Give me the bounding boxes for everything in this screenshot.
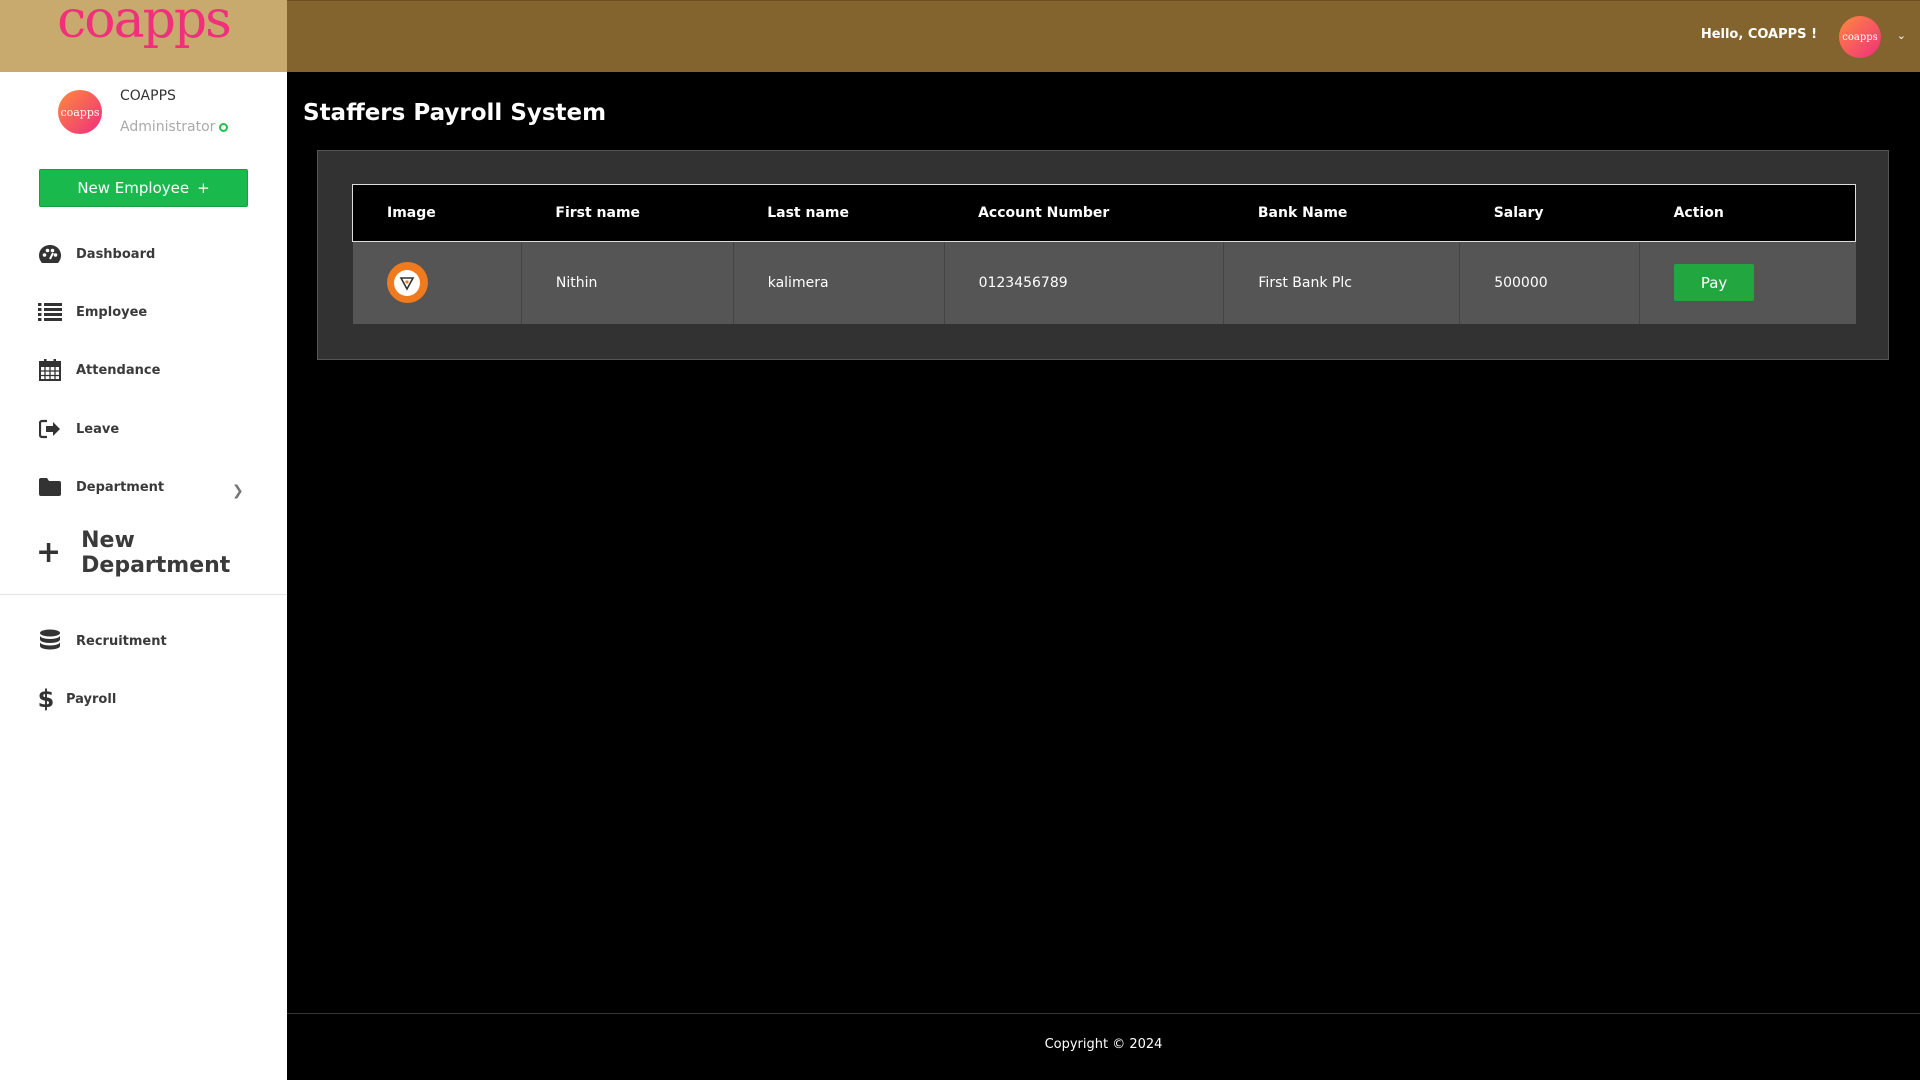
cell-first-name: Nithin: [521, 241, 734, 324]
table-header-row: Image First name Last name Account Numbe…: [352, 184, 1856, 242]
top-bar: Hello, COAPPS ! coapps ⌄: [287, 0, 1920, 72]
sidebar: coapps coapps COAPPS Administrator New E…: [0, 0, 287, 1080]
user-avatar: coapps: [58, 90, 102, 134]
new-employee-label: New Employee: [77, 179, 190, 197]
column-header-bank-name: Bank Name: [1223, 184, 1460, 242]
sidebar-divider: [0, 594, 287, 595]
sidebar-item-label: Department: [76, 479, 165, 495]
dollar-icon: $: [37, 685, 55, 713]
footer-copyright: Copyright © 2024: [1044, 1037, 1163, 1052]
footer-divider: [287, 1013, 1920, 1014]
cell-account-number: 0123456789: [944, 241, 1225, 324]
pay-button[interactable]: Pay: [1674, 264, 1755, 302]
user-panel: coapps COAPPS Administrator: [0, 72, 287, 162]
column-header-last-name: Last name: [733, 184, 945, 242]
sidebar-item-label: Recruitment: [76, 633, 167, 649]
calendar-icon: [38, 359, 62, 381]
new-department-link[interactable]: + New Department: [36, 528, 287, 578]
sidebar-item-dashboard[interactable]: Dashboard: [38, 243, 155, 265]
employee-avatar: [386, 262, 428, 304]
sidebar-item-label: Employee: [76, 304, 148, 320]
column-header-account-number: Account Number: [944, 184, 1224, 242]
brand-logo[interactable]: coapps: [0, 0, 287, 72]
palette-icon: [38, 243, 62, 265]
user-menu-avatar[interactable]: coapps: [1839, 16, 1881, 58]
plus-icon: +: [197, 179, 210, 197]
column-header-action: Action: [1639, 184, 1856, 242]
sidebar-item-label: Payroll: [66, 691, 117, 707]
sidebar-item-payroll[interactable]: $ Payroll: [37, 685, 117, 713]
list-icon: [38, 301, 62, 323]
sidebar-item-label: Dashboard: [76, 246, 156, 262]
logo-text: coapps: [57, 0, 232, 50]
cell-image: [352, 241, 522, 324]
online-status-icon: [219, 123, 228, 132]
cell-bank-name: First Bank Plc: [1223, 241, 1461, 324]
sidebar-item-label: Attendance: [76, 362, 161, 378]
new-employee-button[interactable]: New Employee +: [39, 169, 248, 207]
cell-salary: 500000: [1459, 241, 1641, 324]
chevron-right-icon[interactable]: ❯: [232, 483, 244, 499]
table-row: Nithin kalimera 0123456789 First Bank Pl…: [352, 241, 1856, 324]
sidebar-item-attendance[interactable]: Attendance: [38, 359, 160, 381]
column-header-salary: Salary: [1459, 184, 1640, 242]
user-greeting: Hello, COAPPS !: [1700, 27, 1817, 42]
column-header-image: Image: [352, 184, 522, 242]
sidebar-item-leave[interactable]: Leave: [38, 418, 119, 440]
sign-out-icon: [38, 418, 62, 440]
database-icon: [38, 629, 62, 652]
page-title: Staffers Payroll System: [303, 100, 607, 126]
sidebar-item-employee[interactable]: Employee: [38, 301, 147, 323]
folder-icon: [38, 476, 62, 498]
user-name: COAPPS: [120, 88, 176, 104]
column-header-first-name: First name: [521, 184, 734, 242]
plus-icon: +: [36, 535, 62, 570]
employee-avatar-icon: [394, 269, 420, 296]
chevron-down-icon[interactable]: ⌄: [1897, 29, 1906, 42]
sidebar-item-recruitment[interactable]: Recruitment: [38, 629, 167, 652]
new-department-label: New Department: [81, 528, 231, 578]
cell-action: Pay: [1639, 241, 1856, 324]
top-avatar-text: coapps: [1842, 31, 1878, 43]
user-avatar-text: coapps: [60, 105, 100, 119]
cell-last-name: kalimera: [733, 241, 945, 324]
user-role: Administrator: [120, 119, 216, 135]
payroll-table: Image First name Last name Account Numbe…: [352, 184, 1856, 324]
payroll-card: Image First name Last name Account Numbe…: [317, 150, 1889, 360]
sidebar-item-label: Leave: [76, 421, 120, 437]
sidebar-item-department[interactable]: Department: [38, 476, 164, 498]
